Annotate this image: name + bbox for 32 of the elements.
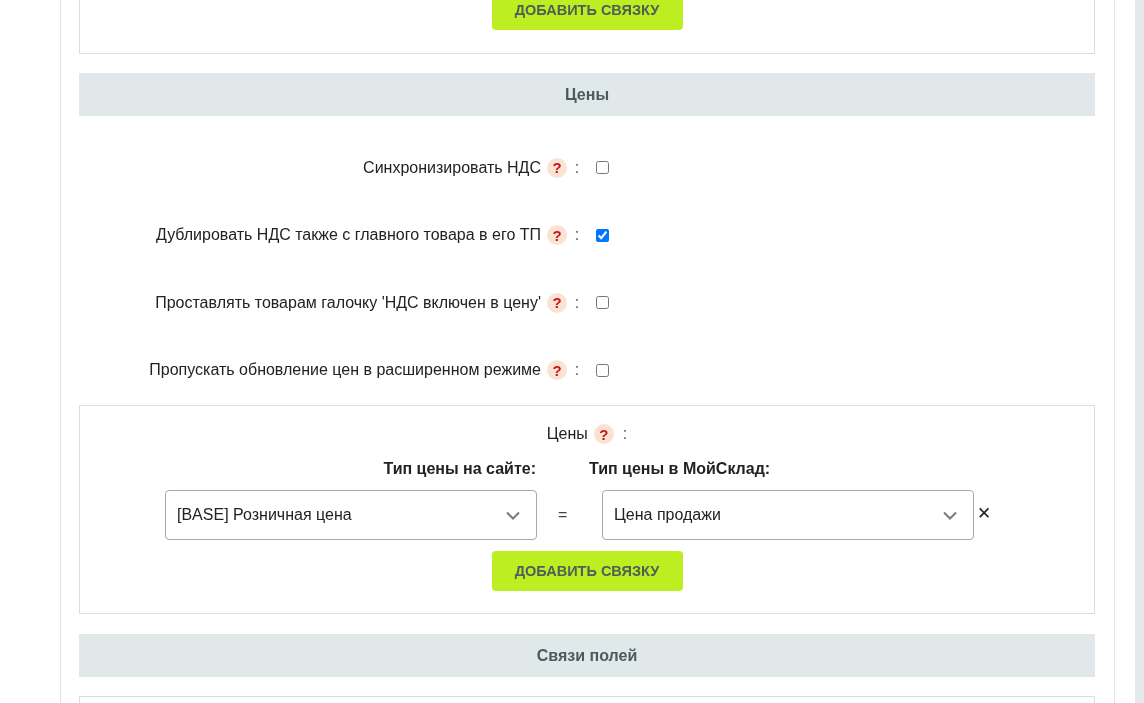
price-type-select[interactable]: Цена продажи xyxy=(602,490,974,540)
colon-label: : xyxy=(574,293,580,312)
chevron-down-icon xyxy=(506,510,520,520)
setting-label: Синхронизировать НДС xyxy=(363,158,541,177)
checkbox[interactable] xyxy=(596,363,609,377)
section-header: Цены xyxy=(79,73,1095,116)
setting-label: Пропускать обновление цен в расширенном режиме xyxy=(149,361,541,380)
colon-label: : xyxy=(574,361,580,380)
setting-label: Проставлять товарам галочку 'НДС включен в цену' xyxy=(155,293,541,312)
column-heading: Тип цены на сайте: xyxy=(383,460,536,478)
add-binding-button[interactable]: ДОБАВИТЬ СВЯЗКУ xyxy=(491,0,683,30)
help-icon[interactable]: ? xyxy=(547,292,567,313)
colon-label: : xyxy=(574,158,580,177)
help-icon[interactable]: ? xyxy=(593,424,614,444)
setting-label: Дублировать НДС также с главного товара в его ТП xyxy=(155,226,541,245)
equals-sign: = xyxy=(558,506,568,524)
checkbox[interactable] xyxy=(596,296,609,310)
checkbox[interactable] xyxy=(596,161,609,175)
remove-button[interactable]: ✕ xyxy=(977,504,992,522)
chevron-down-icon xyxy=(943,510,957,520)
mapping-label: Цены xyxy=(546,425,588,443)
help-icon[interactable]: ? xyxy=(547,360,567,381)
checkbox[interactable] xyxy=(596,228,609,242)
scrollbar-track[interactable] xyxy=(1135,0,1144,703)
price-type-select[interactable]: [BASE] Розничная цена xyxy=(165,490,537,540)
column-heading: Тип цены в МойСклад: xyxy=(589,460,771,478)
help-icon[interactable]: ? xyxy=(547,157,567,178)
help-icon[interactable]: ? xyxy=(547,225,567,246)
colon-label: : xyxy=(622,425,628,443)
colon-label: : xyxy=(574,226,580,245)
add-binding-button[interactable]: ДОБАВИТЬ СВЯЗКУ xyxy=(491,551,683,591)
section-header: Связи полей xyxy=(79,634,1095,677)
